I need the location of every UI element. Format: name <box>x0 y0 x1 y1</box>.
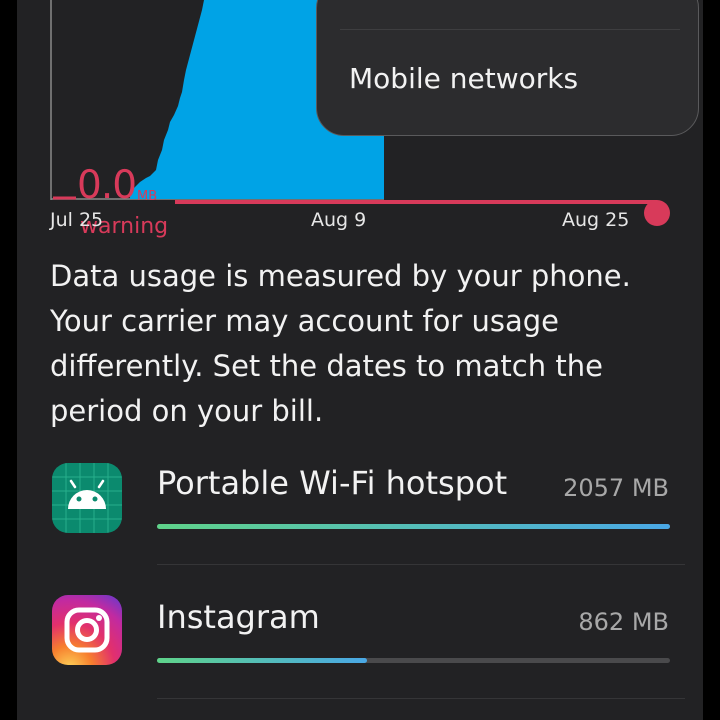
usage-bar-hotspot <box>157 524 670 529</box>
date-mid: Aug 9 <box>311 209 367 231</box>
warning-value[interactable]: 0.0 <box>77 166 137 206</box>
usage-bar-instagram <box>157 658 670 663</box>
warning-unit: MB <box>137 189 158 204</box>
android-icon <box>52 463 122 533</box>
app-name-hotspot: Portable Wi-Fi hotspot <box>157 464 508 502</box>
usage-info-text: Data usage is measured by your phone. Yo… <box>50 259 631 428</box>
app-name-instagram: Instagram <box>157 598 320 636</box>
instagram-icon <box>52 595 122 665</box>
date-start: Jul 25 <box>50 209 104 231</box>
row-divider <box>157 698 685 699</box>
usage-bar-fill-instagram <box>157 658 368 663</box>
app-row-hotspot[interactable]: Portable Wi-Fi hotspot 2057 MB <box>0 458 720 578</box>
popup-divider <box>340 29 680 30</box>
app-size-hotspot: 2057 MB <box>563 474 669 502</box>
app-size-instagram: 862 MB <box>578 608 669 636</box>
usage-bar-fill-hotspot <box>157 524 670 529</box>
limit-handle[interactable] <box>644 200 670 226</box>
app-row-instagram[interactable]: Instagram 862 MB <box>0 592 720 712</box>
row-divider <box>157 564 685 565</box>
menu-item-mobile-networks[interactable]: Mobile networks <box>349 62 578 95</box>
date-end: Aug 25 <box>562 209 630 231</box>
